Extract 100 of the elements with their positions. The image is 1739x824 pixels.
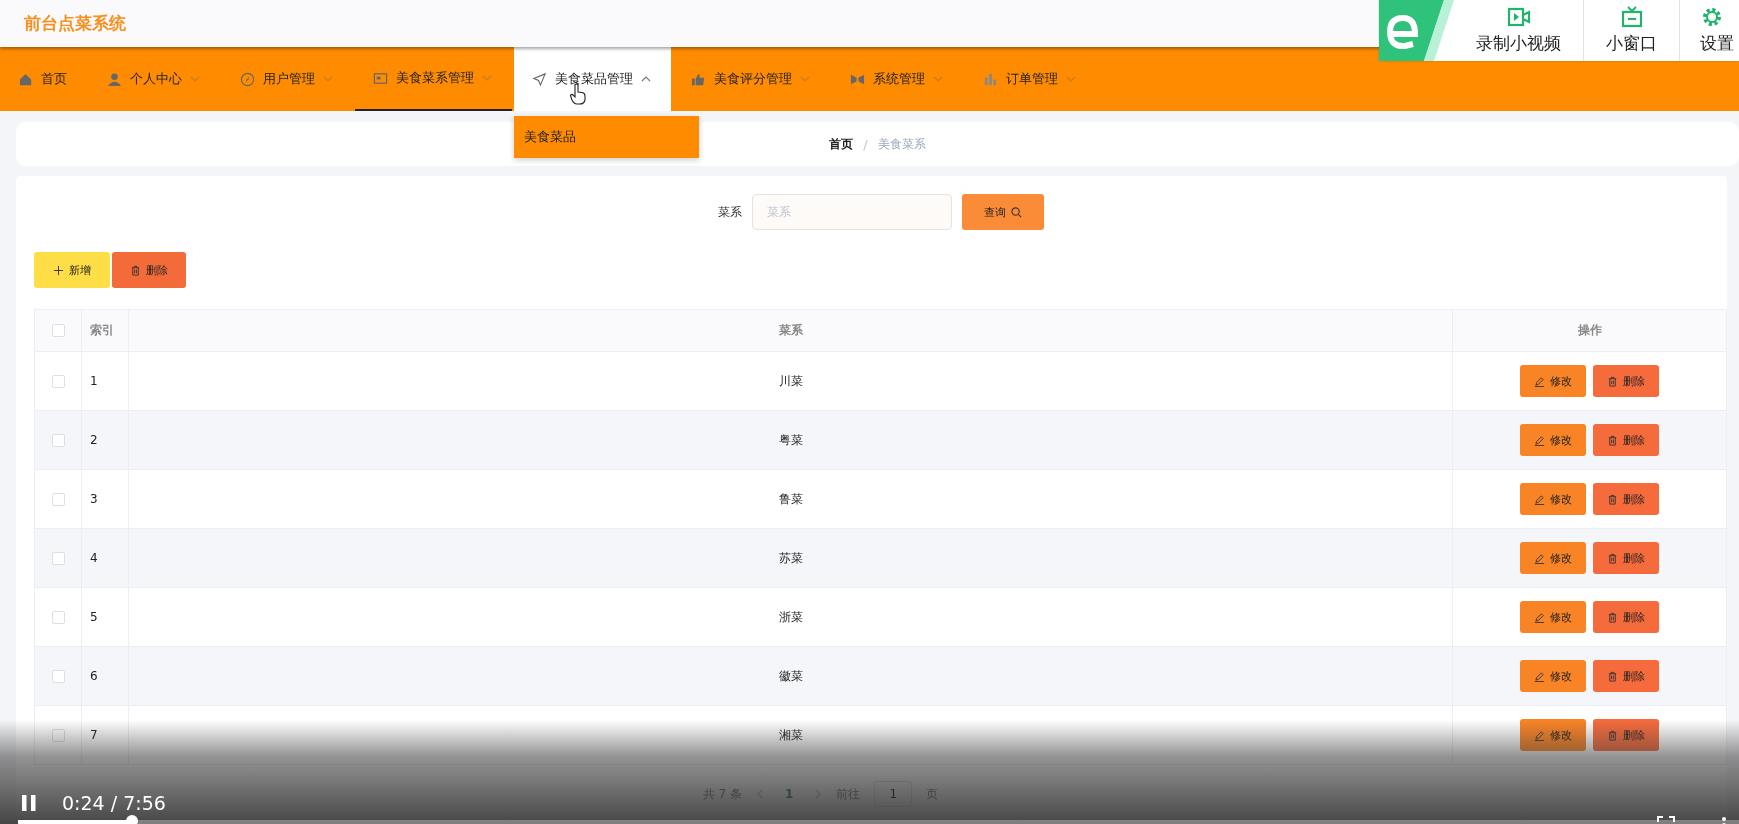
trash-icon — [1607, 552, 1618, 564]
breadcrumb-separator: / — [863, 136, 868, 152]
checkbox[interactable] — [51, 669, 65, 683]
pause-icon[interactable] — [20, 794, 38, 812]
pencil-icon — [1534, 552, 1545, 564]
table-cell: 6 — [90, 669, 98, 683]
chevron-down-icon — [190, 74, 200, 84]
checkbox[interactable] — [51, 551, 65, 565]
toolbar-button[interactable]: 小窗口 — [1583, 0, 1679, 61]
app-title: 前台点菜系统 — [24, 12, 126, 35]
checkbox[interactable] — [51, 492, 65, 506]
checkbox[interactable] — [51, 610, 65, 624]
compass-icon — [240, 71, 255, 87]
toolbar-button[interactable]: 设置 — [1679, 0, 1739, 61]
search-field[interactable]: 菜系 — [751, 194, 952, 230]
navigation-icon — [532, 71, 547, 87]
pencil-icon — [1534, 493, 1545, 505]
edit-button[interactable]: 修改 — [1520, 365, 1586, 397]
chevron-right-icon[interactable] — [813, 789, 823, 799]
plus-icon — [53, 264, 64, 276]
nav-tab[interactable]: 订单管理 — [965, 47, 1096, 111]
chevron-down-icon — [933, 74, 943, 84]
edit-button[interactable]: 修改 — [1520, 660, 1586, 692]
delete-button[interactable]: 删除 — [1593, 365, 1659, 397]
pencil-icon — [1534, 611, 1545, 623]
nav-tab[interactable]: 个人中心 — [89, 47, 220, 111]
trash-icon — [1607, 611, 1618, 623]
edit-button[interactable]: 修改 — [1520, 483, 1586, 515]
pencil-icon — [1534, 434, 1545, 446]
trash-icon — [1607, 729, 1618, 741]
add-button[interactable]: 新增 — [34, 252, 110, 288]
chevron-down-icon — [323, 74, 333, 84]
delete-button[interactable]: 删除 — [1593, 719, 1659, 751]
search-icon — [1010, 206, 1022, 218]
breadcrumb-item: 美食菜系 — [877, 135, 926, 153]
tv-icon — [1619, 6, 1644, 28]
table-cell: 5 — [90, 610, 98, 624]
edit-button[interactable]: 修改 — [1520, 542, 1586, 574]
table-cell: 浙菜 — [778, 608, 803, 626]
edit-button[interactable]: 修改 — [1520, 601, 1586, 633]
chevron-up-icon — [641, 74, 651, 84]
trash-icon — [1607, 670, 1618, 682]
delete-button[interactable]: 删除 — [112, 252, 186, 288]
chevron-left-icon[interactable] — [755, 789, 765, 799]
table-cell: 粤菜 — [778, 431, 803, 449]
delete-button[interactable]: 删除 — [1593, 424, 1659, 456]
trash-icon — [130, 264, 141, 276]
progress-handle[interactable] — [125, 815, 138, 824]
table-cell: 7 — [90, 728, 98, 742]
checkbox[interactable] — [51, 324, 65, 337]
trash-icon — [1607, 493, 1618, 505]
trash-icon — [1607, 434, 1618, 446]
table-cell: 4 — [90, 551, 98, 565]
nav-tab[interactable]: 用户管理 — [222, 47, 353, 111]
edit-button[interactable]: 修改 — [1520, 719, 1586, 751]
thumbs-up-icon — [691, 71, 706, 87]
video-camera-icon — [1506, 6, 1531, 28]
menu-item[interactable]: 美食菜品 — [524, 128, 576, 146]
toolbar-button[interactable]: 录制小视频 — [1454, 0, 1583, 61]
table-cell: 鲁菜 — [778, 490, 803, 508]
nav-tab[interactable]: 美食菜系管理 — [355, 47, 512, 111]
table-cell: 3 — [90, 492, 98, 506]
search-button[interactable]: 查询 — [961, 194, 1044, 230]
checkbox[interactable] — [51, 433, 65, 447]
delete-button[interactable]: 删除 — [1593, 483, 1659, 515]
edit-button[interactable]: 修改 — [1520, 424, 1586, 456]
search-label: 菜系 — [717, 203, 742, 221]
column-header: 菜系 — [778, 322, 803, 339]
pencil-icon — [1534, 670, 1545, 682]
id-card-icon — [373, 70, 388, 86]
hand-cursor-icon — [569, 83, 587, 105]
chevron-down-icon — [1066, 74, 1076, 84]
table-cell: 川菜 — [778, 372, 803, 390]
home-icon — [18, 71, 33, 87]
breadcrumb-item[interactable]: 首页 — [829, 135, 854, 153]
video-time: 0:24 / 7:56 — [62, 792, 166, 814]
user-icon — [107, 71, 122, 87]
table-cell: 2 — [90, 433, 98, 447]
nav-tab[interactable]: 首页 — [0, 47, 87, 111]
delete-button[interactable]: 删除 — [1593, 660, 1659, 692]
nav-tab[interactable]: 美食评分管理 — [673, 47, 830, 111]
checkbox[interactable] — [51, 374, 65, 388]
chevron-down-icon — [482, 73, 492, 83]
table-cell: 徽菜 — [778, 667, 803, 685]
table-cell: 湘菜 — [778, 726, 803, 744]
trash-icon — [1607, 375, 1618, 387]
delete-button[interactable]: 删除 — [1593, 542, 1659, 574]
pencil-icon — [1534, 375, 1545, 387]
table-cell: 1 — [90, 374, 98, 388]
settings-icon — [1700, 6, 1724, 28]
column-header: 索引 — [90, 322, 114, 339]
nav-tab[interactable]: 系统管理 — [832, 47, 963, 111]
checkbox[interactable] — [51, 728, 65, 742]
table-cell: 苏菜 — [778, 549, 803, 567]
column-header: 操作 — [1577, 322, 1602, 339]
delete-button[interactable]: 删除 — [1593, 601, 1659, 633]
bar-chart-icon — [983, 71, 998, 87]
nav-tab[interactable]: 美食菜品管理 — [514, 47, 671, 111]
chevron-down-icon — [800, 74, 810, 84]
pencil-icon — [1534, 729, 1545, 741]
